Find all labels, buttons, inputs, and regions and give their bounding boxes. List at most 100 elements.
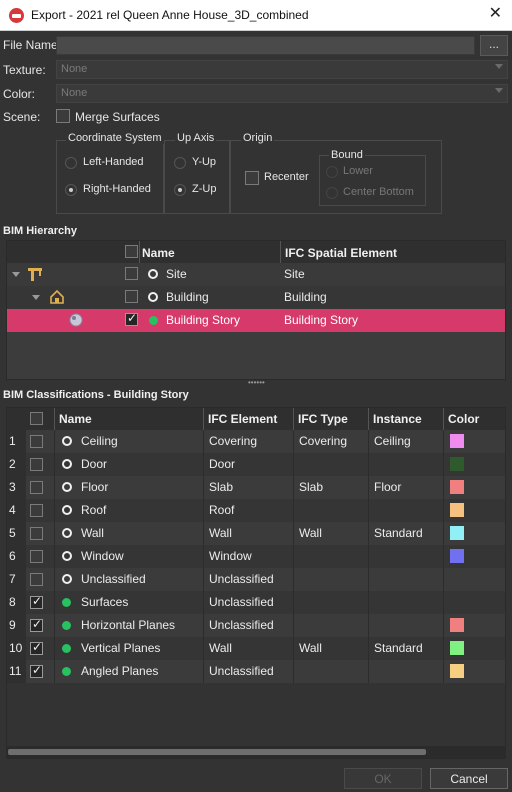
building-story-checkbox[interactable] <box>125 311 138 326</box>
left-handed-label: Left-Handed <box>83 156 144 168</box>
select-all-checkbox[interactable] <box>30 412 43 425</box>
recenter-checkbox[interactable] <box>245 171 259 185</box>
cell-color[interactable] <box>443 476 505 499</box>
ok-button[interactable]: OK <box>344 768 422 789</box>
cell-name: Window <box>54 545 203 568</box>
left-handed-radio[interactable] <box>65 157 77 169</box>
pane-splitter-handle[interactable]: •••••• <box>0 378 512 387</box>
site-checkbox[interactable] <box>125 267 138 280</box>
expand-icon[interactable] <box>12 272 20 277</box>
color-swatch[interactable] <box>450 480 464 494</box>
row-checkbox[interactable] <box>30 640 43 655</box>
column-ifc-type[interactable]: IFC Type <box>293 408 348 430</box>
up-axis-group <box>164 140 230 214</box>
horizontal-scrollbar[interactable] <box>6 746 506 758</box>
table-row[interactable]: 6 Window Window <box>7 545 505 568</box>
color-select[interactable]: None <box>56 84 508 103</box>
cell-color[interactable] <box>443 568 505 591</box>
table-row[interactable]: 10Vertical PlanesWallWallStandard <box>7 637 505 660</box>
column-ifc-element[interactable]: IFC Element <box>203 408 277 430</box>
table-row[interactable]: 1 Ceiling Covering Covering Ceiling <box>7 430 505 453</box>
file-name-input[interactable] <box>56 36 475 55</box>
cancel-button[interactable]: Cancel <box>430 768 508 789</box>
bound-center-bottom-radio[interactable] <box>326 187 338 199</box>
y-up-radio[interactable] <box>174 157 186 169</box>
right-handed-radio[interactable] <box>65 184 77 196</box>
tree-column-ifc[interactable]: IFC Spatial Element <box>280 241 397 263</box>
cell-color[interactable] <box>443 660 505 683</box>
cell-color[interactable] <box>443 522 505 545</box>
column-color[interactable]: Color <box>443 408 479 430</box>
texture-select[interactable]: None <box>56 60 508 79</box>
row-checkbox[interactable] <box>30 504 43 517</box>
circle-outline-icon <box>62 528 72 538</box>
cell-color[interactable] <box>443 637 505 660</box>
color-swatch[interactable] <box>450 618 464 632</box>
tree-select-all-checkbox[interactable] <box>125 245 138 258</box>
cell-type <box>293 545 368 568</box>
bound-title: Bound <box>329 149 365 161</box>
table-row[interactable]: 3 Floor Slab Slab Floor <box>7 476 505 499</box>
cell-instance <box>368 614 443 637</box>
up-axis-title: Up Axis <box>175 132 217 144</box>
green-dot-icon <box>62 621 71 630</box>
table-row[interactable]: 9 Horizontal Planes Unclassified <box>7 614 505 637</box>
cell-ifc: Wall <box>203 522 293 545</box>
column-name[interactable]: Name <box>54 408 92 430</box>
row-checkbox[interactable] <box>30 527 43 540</box>
row-checkbox[interactable] <box>30 550 43 563</box>
row-checkbox[interactable] <box>30 481 43 494</box>
tree-row-building-story[interactable]: Building Story Building Story <box>7 309 505 332</box>
building-checkbox[interactable] <box>125 290 138 303</box>
table-row[interactable]: 8 Surfaces Unclassified <box>7 591 505 614</box>
browse-button[interactable]: ... <box>480 35 508 56</box>
green-dot-icon <box>62 667 71 676</box>
cell-ifc: Unclassified <box>203 614 293 637</box>
close-icon[interactable]: ✕ <box>489 5 502 23</box>
color-swatch[interactable] <box>450 526 464 540</box>
expand-icon[interactable] <box>32 295 40 300</box>
cell-name-text: Floor <box>81 480 109 494</box>
color-swatch[interactable] <box>450 503 464 517</box>
cell-color[interactable] <box>443 614 505 637</box>
row-checkbox[interactable] <box>30 573 43 586</box>
recenter-label: Recenter <box>264 171 309 183</box>
merge-surfaces-checkbox[interactable] <box>56 109 70 123</box>
circle-outline-icon <box>62 574 72 584</box>
row-checkbox[interactable] <box>30 458 43 471</box>
tree-cell-ifc: Site <box>284 267 305 281</box>
color-swatch[interactable] <box>450 641 464 655</box>
cell-color[interactable] <box>443 499 505 522</box>
table-row[interactable]: 4 Roof Roof <box>7 499 505 522</box>
row-checkbox[interactable] <box>30 594 43 609</box>
tree-column-name[interactable]: Name <box>139 241 175 263</box>
table-row[interactable]: 7 Unclassified Unclassified <box>7 568 505 591</box>
row-checkbox[interactable] <box>30 617 43 632</box>
tree-row-site[interactable]: Site Site <box>7 263 505 286</box>
color-swatch[interactable] <box>450 664 464 678</box>
scrollbar-thumb[interactable] <box>8 749 426 755</box>
color-swatch[interactable] <box>450 549 464 563</box>
color-swatch[interactable] <box>450 457 464 471</box>
cell-color[interactable] <box>443 545 505 568</box>
cell-type <box>293 614 368 637</box>
tree-header: Name IFC Spatial Element <box>7 241 505 263</box>
cell-color[interactable] <box>443 453 505 476</box>
cell-instance <box>368 499 443 522</box>
row-checkbox[interactable] <box>30 663 43 678</box>
cell-instance <box>368 453 443 476</box>
bound-lower-radio[interactable] <box>326 166 338 178</box>
tree-row-building[interactable]: Building Building <box>7 286 505 309</box>
column-instance[interactable]: Instance <box>368 408 422 430</box>
table-row[interactable]: 5 Wall Wall Wall Standard <box>7 522 505 545</box>
cell-ifc: Covering <box>203 430 293 453</box>
z-up-radio[interactable] <box>174 184 186 196</box>
row-checkbox[interactable] <box>30 435 43 448</box>
color-swatch[interactable] <box>450 434 464 448</box>
app-logo-icon <box>9 8 24 23</box>
cell-type <box>293 591 368 614</box>
cell-color[interactable] <box>443 591 505 614</box>
cell-color[interactable] <box>443 430 505 453</box>
table-row[interactable]: 11 Angled Planes Unclassified <box>7 660 505 683</box>
table-row[interactable]: 2 Door Door <box>7 453 505 476</box>
